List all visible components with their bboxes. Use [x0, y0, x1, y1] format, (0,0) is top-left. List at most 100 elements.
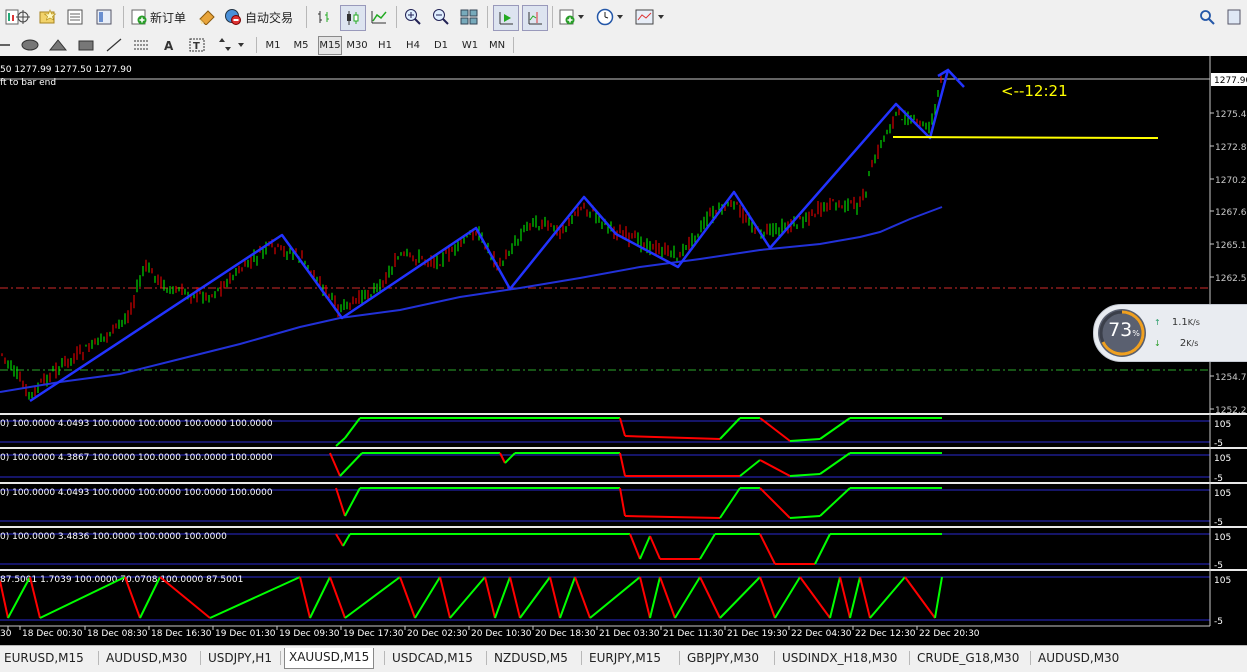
- time-tick-label: 19 Dec 17:30: [343, 629, 404, 639]
- indicator-scale-top: 105: [1214, 420, 1231, 430]
- search-icon[interactable]: [1198, 8, 1216, 26]
- indicator-curve: [719, 576, 761, 619]
- text-label-tool-icon[interactable]: T: [187, 37, 207, 53]
- chart-tab-audusd-m30[interactable]: AUDUSD,M30: [102, 649, 191, 667]
- indicator-curve: [819, 452, 851, 475]
- chart-tab-usdcad-m15[interactable]: USDCAD,M15: [388, 649, 477, 667]
- bar-chart-icon[interactable]: [315, 8, 335, 26]
- timeframe-m30[interactable]: M30: [346, 37, 368, 54]
- indicator-curve: [904, 576, 936, 619]
- time-tick-label: 21 Dec 19:30: [727, 629, 788, 639]
- text-tool-icon[interactable]: A: [159, 37, 179, 53]
- zigzag-line: [29, 69, 950, 403]
- time-tick-label: 19 Dec 01:30: [215, 629, 276, 639]
- new-order-button[interactable]: 新订单: [131, 8, 191, 26]
- indicator-curve: [829, 576, 841, 619]
- community-icon[interactable]: [1226, 8, 1242, 26]
- indicator-curve: [589, 576, 641, 619]
- price-chart[interactable]: 50 1277.99 1277.50 1277.90 ft to bar end…: [0, 56, 1247, 645]
- chart-tab-eurusd-m15[interactable]: EURUSD,M15: [0, 649, 88, 667]
- timeframe-h1[interactable]: H1: [377, 37, 393, 54]
- crosshair-icon[interactable]: [14, 8, 32, 26]
- new-order-icon: [131, 9, 147, 25]
- chart-tab-audusd-m30[interactable]: AUDUSD,M30: [1034, 649, 1123, 667]
- drawing-toolbar: A T: [0, 34, 1247, 57]
- indicator-curve: [789, 473, 821, 477]
- indicator-curve: [335, 487, 346, 517]
- bar-end-info: ft to bar end: [0, 78, 56, 88]
- price-tick-label: 1265.10: [1215, 241, 1247, 251]
- indicator-curve: [574, 576, 591, 619]
- indicator-info-1: 0) 100.0000 4.0493 100.0000 100.0000 100…: [0, 419, 273, 429]
- timeframe-mn[interactable]: MN: [487, 37, 507, 54]
- favorites-star-icon[interactable]: [38, 8, 58, 26]
- indicator-curve: [774, 576, 801, 619]
- timeframe-d1[interactable]: D1: [433, 37, 449, 54]
- candlestick-chart-icon[interactable]: [340, 5, 366, 31]
- tile-windows-icon[interactable]: [459, 8, 479, 26]
- indicator-scale-bottom: -5: [1214, 439, 1223, 449]
- trendline-tool-icon[interactable]: [104, 37, 124, 53]
- timeframe-m5[interactable]: M5: [292, 37, 310, 54]
- indicator-curve: [719, 487, 741, 519]
- indicator-curve: [659, 576, 676, 619]
- time-tick-label: 19 Dec 09:30: [279, 629, 340, 639]
- speed-percent-sign: %: [1132, 329, 1140, 338]
- data-window-icon[interactable]: [66, 8, 84, 26]
- triangle-tool-icon[interactable]: [48, 37, 68, 53]
- indicator-curve: [639, 535, 651, 560]
- indicator-curve: [934, 576, 943, 619]
- price-tick-label: 1275.40: [1215, 110, 1247, 120]
- line-chart-icon[interactable]: [369, 8, 389, 26]
- rectangle-tool-icon[interactable]: [76, 37, 96, 53]
- metaeditor-icon[interactable]: [197, 8, 217, 26]
- candlesticks: [1, 75, 942, 400]
- chart-window[interactable]: 50 1277.99 1277.50 1277.90 ft to bar end…: [0, 56, 1247, 645]
- chart-tab-usdjpy-h1[interactable]: USDJPY,H1: [204, 649, 276, 667]
- zoom-out-icon[interactable]: [431, 8, 451, 26]
- indicator-curve: [559, 576, 576, 619]
- templates-dropdown[interactable]: [634, 8, 666, 26]
- chart-tab-crude-g18-m30[interactable]: CRUDE_G18,M30: [913, 649, 1023, 667]
- chart-tab-xauusd-m15[interactable]: XAUUSD,M15: [284, 648, 375, 669]
- network-speed-widget: 73% ↑ 1.1K/s ↓ 2K/s: [1093, 304, 1247, 362]
- time-tick-label: 18 Dec 08:30: [87, 629, 148, 639]
- indicator-curve: [342, 533, 351, 547]
- timeframe-m1[interactable]: M1: [264, 37, 282, 54]
- indicator-scale-bottom: -5: [1214, 518, 1223, 528]
- indicator-curve: [0, 580, 9, 619]
- timeframe-w1[interactable]: W1: [461, 37, 479, 54]
- indicator-curve: [494, 576, 511, 619]
- timeframe-h4[interactable]: H4: [405, 37, 421, 54]
- chart-tab-nzdusd-m5[interactable]: NZDUSD,M5: [490, 649, 572, 667]
- periodicity-dropdown[interactable]: [595, 8, 625, 26]
- time-tick-label: 22 Dec 04:30: [791, 629, 852, 639]
- indicators-dropdown[interactable]: [558, 8, 586, 26]
- yellow-level-line: [892, 136, 1159, 139]
- indicator-info-5: 87.5001 1.7039 100.0000 70.0708 100.0000…: [0, 575, 243, 585]
- download-arrow-icon: ↓: [1154, 339, 1161, 348]
- timeframe-m15[interactable]: M15: [318, 36, 342, 55]
- chart-tab-gbpjpy-m30[interactable]: GBPJPY,M30: [683, 649, 763, 667]
- auto-trading-button[interactable]: 自动交易: [224, 8, 298, 26]
- main-toolbar: 新订单 自动交易: [0, 0, 1247, 35]
- navigator-icon[interactable]: [95, 8, 113, 26]
- ellipse-tool-icon[interactable]: [20, 37, 40, 53]
- indicator-curve: [399, 576, 416, 619]
- indicator-curve: [849, 576, 861, 619]
- auto-scroll-icon[interactable]: [493, 5, 519, 31]
- indicator-curve: [699, 576, 721, 619]
- indicator-curve: [799, 576, 831, 619]
- chart-tab-usdindx-h18-m30[interactable]: USDINDX_H18,M30: [778, 649, 901, 667]
- horizontal-line-tool-icon[interactable]: [0, 37, 12, 53]
- indicator-curve: [759, 487, 791, 519]
- arrows-dropdown[interactable]: [215, 37, 247, 53]
- indicator-curve: [839, 576, 851, 619]
- indicator-curve: [699, 533, 716, 560]
- indicator-curve: [789, 515, 821, 519]
- channel-tool-icon[interactable]: [131, 37, 151, 53]
- indicator-curve: [759, 459, 791, 477]
- chart-tab-eurjpy-m15[interactable]: EURJPY,M15: [585, 649, 665, 667]
- zoom-in-icon[interactable]: [403, 8, 423, 26]
- chart-shift-icon[interactable]: [522, 5, 548, 31]
